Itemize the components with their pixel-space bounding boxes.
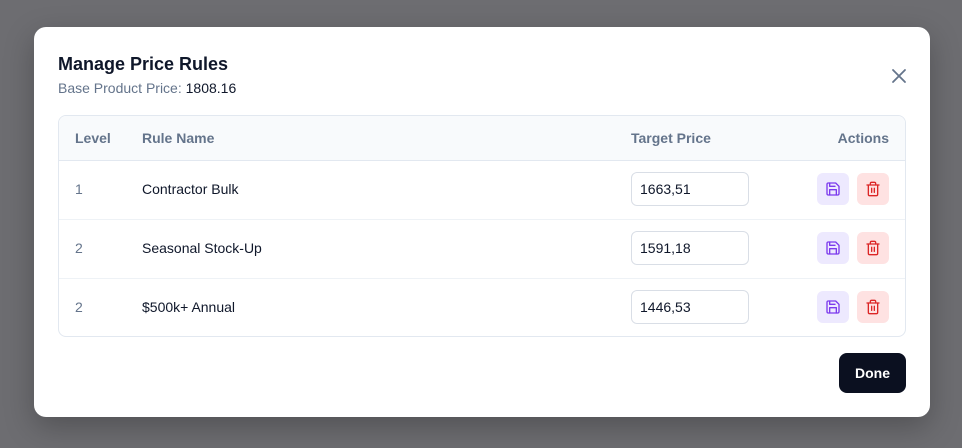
trash-icon — [866, 240, 880, 256]
delete-rule-button[interactable] — [857, 173, 889, 205]
row-level: 2 — [75, 299, 83, 315]
price-rules-table: Level Rule Name Target Price Actions 1 C… — [58, 115, 906, 337]
row-rule-name: Seasonal Stock-Up — [142, 240, 262, 256]
save-icon — [826, 241, 840, 255]
save-icon — [826, 300, 840, 314]
base-price-value: 1808.16 — [185, 80, 237, 96]
delete-rule-button[interactable] — [857, 291, 889, 323]
delete-rule-button[interactable] — [857, 232, 889, 264]
trash-icon — [866, 299, 880, 315]
header-rule-name: Rule Name — [142, 130, 215, 146]
modal-subtitle: Base Product Price: 1808.16 — [58, 80, 236, 96]
table-row: 2 $500k+ Annual — [59, 278, 905, 336]
close-icon — [892, 69, 906, 83]
target-price-input[interactable] — [631, 172, 749, 206]
table-header: Level Rule Name Target Price Actions — [59, 116, 905, 161]
header-actions: Actions — [837, 130, 889, 146]
close-button[interactable] — [888, 65, 910, 87]
save-rule-button[interactable] — [817, 291, 849, 323]
done-button[interactable]: Done — [839, 353, 906, 393]
header-target-price: Target Price — [631, 130, 711, 146]
row-level: 1 — [75, 181, 83, 197]
trash-icon — [866, 181, 880, 197]
modal-title: Manage Price Rules — [58, 54, 229, 74]
table-row: 1 Contractor Bulk — [59, 161, 905, 219]
target-price-input[interactable] — [631, 290, 749, 324]
header-level: Level — [75, 130, 111, 146]
target-price-input[interactable] — [631, 231, 749, 265]
save-icon — [826, 182, 840, 196]
row-level: 2 — [75, 240, 83, 256]
row-rule-name: Contractor Bulk — [142, 181, 239, 197]
row-rule-name: $500k+ Annual — [142, 299, 236, 315]
base-price-label: Base Product Price: — [58, 80, 182, 96]
save-rule-button[interactable] — [817, 232, 849, 264]
price-rules-modal: Manage Price Rules Base Product Price: 1… — [34, 27, 930, 417]
table-row: 2 Seasonal Stock-Up — [59, 219, 905, 278]
save-rule-button[interactable] — [817, 173, 849, 205]
